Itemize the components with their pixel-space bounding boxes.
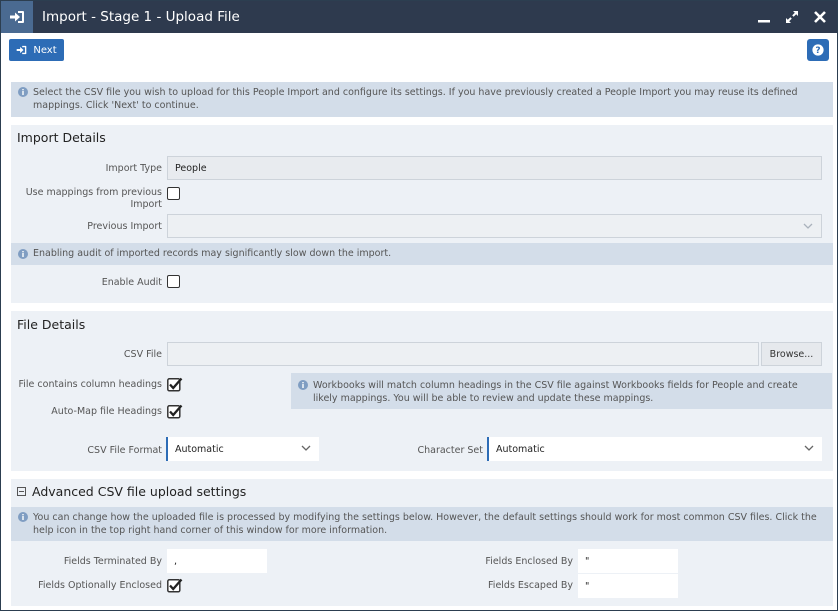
previous-import-select[interactable] (167, 214, 822, 238)
automap-checkbox[interactable] (167, 404, 183, 419)
charset-select[interactable]: Automatic (487, 437, 822, 461)
help-icon: ? (812, 44, 824, 56)
use-mappings-label: Use mappings from previous Import (25, 187, 162, 210)
info-icon (298, 380, 308, 390)
csv-format-select[interactable]: Automatic (166, 437, 319, 461)
import-icon (1, 1, 33, 33)
window-title: Import - Stage 1 - Upload File (42, 9, 240, 25)
intro-info: Select the CSV file you wish to upload f… (11, 82, 833, 117)
headings-info-text: Workbooks will match column headings in … (313, 380, 798, 404)
charset-value: Automatic (496, 443, 545, 455)
optionally-label: Fields Optionally Enclosed (38, 580, 162, 591)
advanced-info: You can change how the uploaded file is … (11, 507, 833, 541)
next-button-label: Next (33, 44, 57, 56)
advanced-info-text: You can change how the uploaded file is … (33, 512, 817, 536)
info-icon (18, 512, 28, 522)
next-button[interactable]: Next (9, 39, 64, 61)
terminated-input[interactable]: , (167, 549, 267, 573)
escaped-label: Fields Escaped By (488, 580, 573, 591)
maximize-icon[interactable] (785, 10, 799, 24)
terminated-label: Fields Terminated By (63, 556, 162, 567)
enclosed-input[interactable]: " (578, 549, 678, 573)
enable-audit-label: Enable Audit (101, 277, 162, 288)
audit-info: Enabling audit of imported records may s… (11, 243, 833, 265)
chevron-down-icon (301, 445, 311, 451)
optionally-checkbox[interactable] (167, 578, 183, 593)
previous-import-label: Previous Import (87, 221, 162, 232)
advanced-header[interactable]: Advanced CSV file upload settings (11, 479, 833, 503)
title-bar: Import - Stage 1 - Upload File (1, 1, 837, 33)
charset-label: Character Set (417, 445, 483, 456)
info-icon (18, 87, 28, 97)
headings-checkbox[interactable] (167, 377, 183, 392)
info-icon (18, 249, 28, 259)
help-button[interactable]: ? (807, 39, 829, 61)
svg-text:?: ? (815, 46, 820, 56)
automap-label: Auto-Map file Headings (51, 406, 162, 417)
csv-file-input[interactable] (167, 342, 759, 366)
close-icon[interactable] (813, 10, 827, 24)
import-type-value: People (175, 162, 207, 174)
format-label: CSV File Format (87, 445, 162, 456)
collapse-icon[interactable] (17, 486, 26, 496)
escaped-input[interactable]: " (578, 574, 678, 598)
advanced-title: Advanced CSV file upload settings (32, 483, 247, 499)
chevron-down-icon (804, 445, 814, 451)
import-type-field: People (167, 156, 822, 180)
enclosed-label: Fields Enclosed By (485, 556, 573, 567)
import-details-title: Import Details (17, 129, 106, 145)
import-type-label: Import Type (105, 163, 162, 174)
import-window: Import - Stage 1 - Upload File Next ? Se… (0, 0, 838, 611)
csv-file-label: CSV File (123, 349, 162, 360)
use-mappings-checkbox[interactable] (167, 187, 180, 200)
enable-audit-checkbox[interactable] (167, 275, 180, 288)
import-details-panel: Import Details Import Type People Use ma… (11, 125, 833, 303)
browse-button[interactable]: Browse... (761, 342, 822, 366)
headings-label: File contains column headings (18, 379, 163, 390)
file-details-title: File Details (17, 316, 86, 332)
intro-text: Select the CSV file you wish to upload f… (33, 87, 798, 111)
headings-info: Workbooks will match column headings in … (291, 373, 832, 409)
browse-label: Browse... (769, 348, 814, 360)
file-details-panel: File Details CSV File Browse... File con… (11, 311, 833, 471)
audit-info-text: Enabling audit of imported records may s… (33, 248, 392, 259)
escaped-value: " (585, 580, 590, 592)
enclosed-value: " (585, 555, 590, 567)
csv-format-value: Automatic (175, 443, 224, 455)
terminated-value: , (174, 555, 178, 567)
advanced-panel: Advanced CSV file upload settings You ca… (11, 479, 833, 606)
next-icon (17, 45, 27, 55)
minimize-icon[interactable] (757, 10, 771, 24)
chevron-down-icon (803, 223, 813, 229)
